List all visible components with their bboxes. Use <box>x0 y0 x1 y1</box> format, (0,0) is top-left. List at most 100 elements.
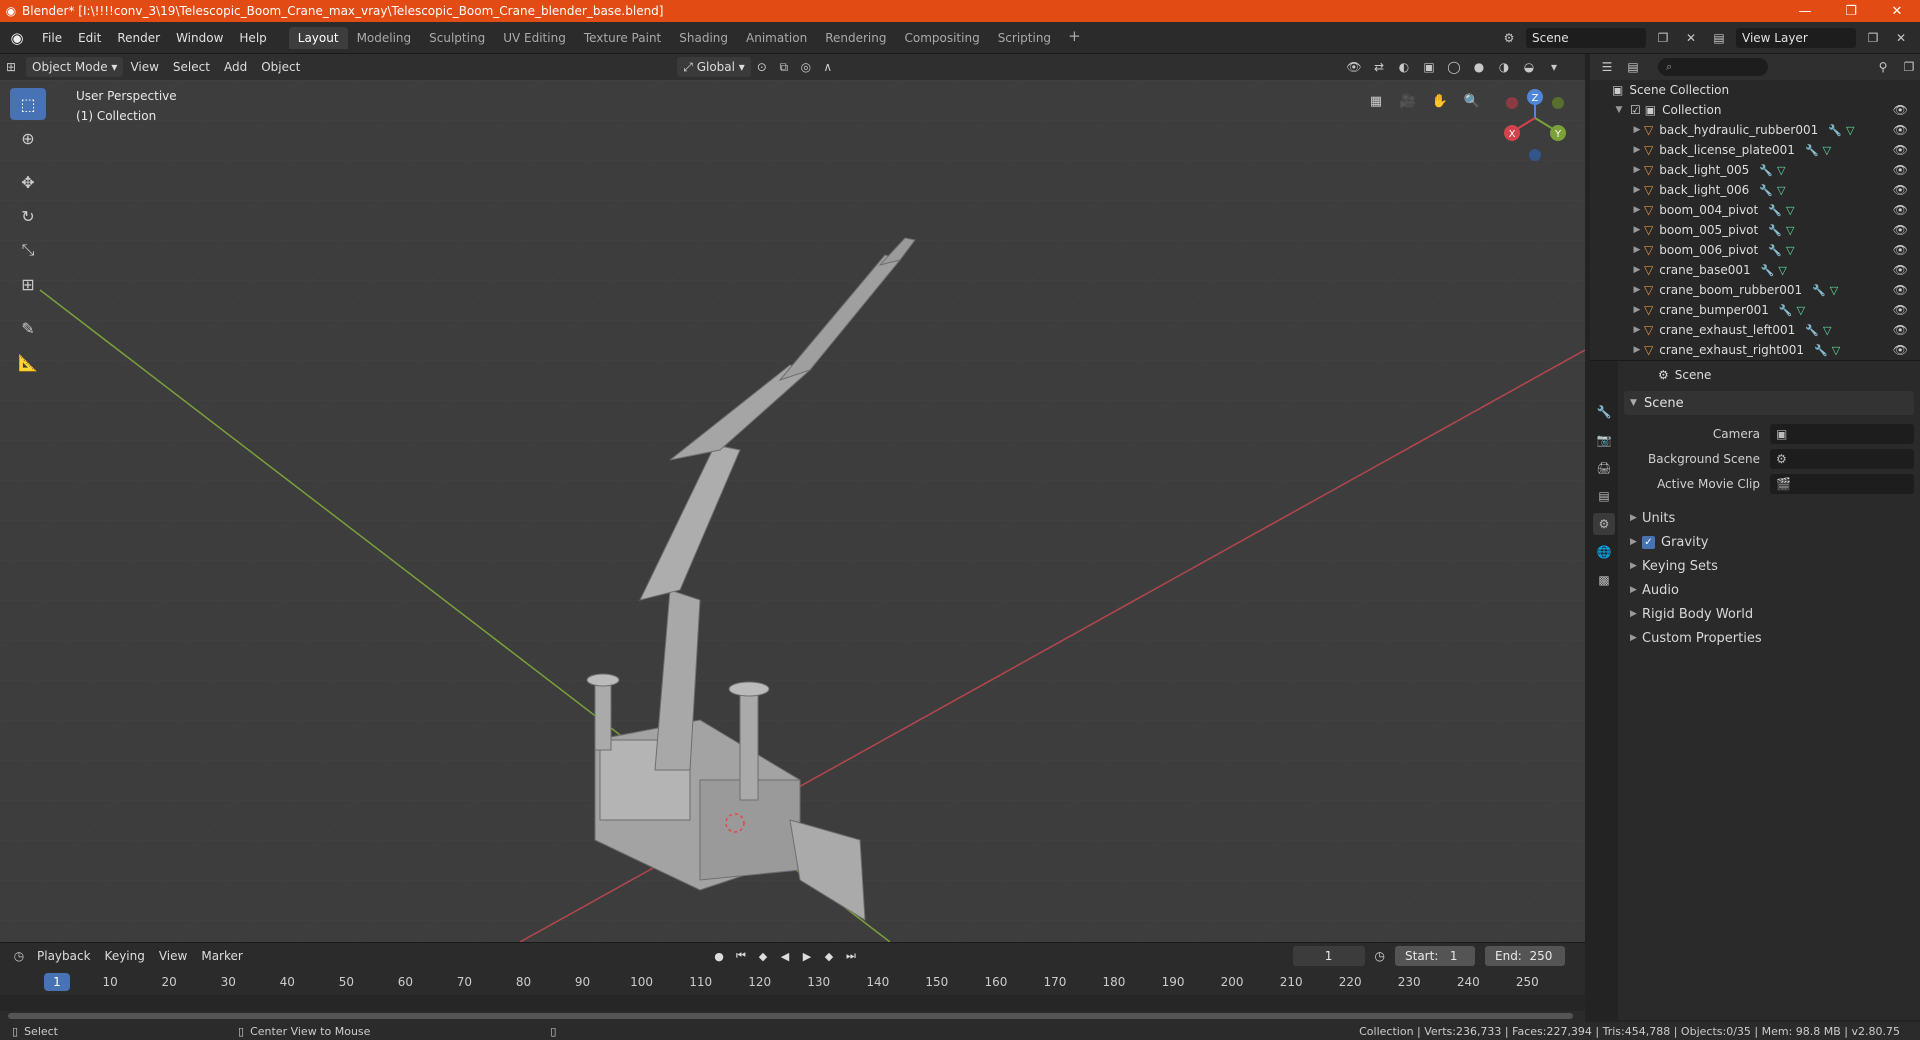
timeline-menu-marker[interactable]: Marker <box>194 949 249 963</box>
outliner-item[interactable]: ▶ ▽ crane_bumper001 🔧 ▽ 👁 <box>1590 300 1920 320</box>
outliner-search-input[interactable]: ⌕ <box>1658 58 1768 76</box>
viewport-menu-view[interactable]: View <box>123 60 165 74</box>
visibility-eye-icon[interactable]: 👁 <box>1893 243 1908 257</box>
menu-render[interactable]: Render <box>109 31 168 45</box>
move-tool-icon[interactable]: ✥ <box>10 166 46 198</box>
texture-tab-icon[interactable]: ▩ <box>1593 569 1615 591</box>
end-frame-field[interactable]: End: 250 <box>1485 946 1565 966</box>
scene-field[interactable]: Scene <box>1526 28 1646 48</box>
item-expand-icon[interactable]: ▶ <box>1630 225 1644 235</box>
minimize-button[interactable]: — <box>1782 0 1828 22</box>
3d-viewport[interactable]: Z Y X ⬚ ⊕ ✥ ↻ ⤡ ⊞ ✎ 📐 User Perspective (… <box>0 80 1585 942</box>
tab-shading[interactable]: Shading <box>670 27 737 49</box>
delete-view-layer-icon[interactable]: ✕ <box>1890 28 1912 48</box>
mesh-data-icon[interactable]: ▽ <box>1778 264 1786 277</box>
collection-row[interactable]: ▼ ☑ ▣ Collection 👁 <box>1590 100 1920 120</box>
tab-modeling[interactable]: Modeling <box>348 27 421 49</box>
select-box-icon[interactable]: ⬚ <box>10 88 46 120</box>
outliner-item[interactable]: ▶ ▽ boom_005_pivot 🔧 ▽ 👁 <box>1590 220 1920 240</box>
start-frame-field[interactable]: Start: 1 <box>1395 946 1475 966</box>
new-scene-icon[interactable]: ❐ <box>1652 28 1674 48</box>
menu-help[interactable]: Help <box>231 31 274 45</box>
play-icon[interactable]: ▶ <box>798 946 816 966</box>
collection-checkbox[interactable]: ☑ <box>1630 103 1641 117</box>
mesh-data-icon[interactable]: ▽ <box>1830 284 1838 297</box>
editor-type-icon[interactable]: ⊞ <box>0 57 22 77</box>
visibility-eye-icon[interactable]: 👁 <box>1893 163 1908 177</box>
menu-file[interactable]: File <box>34 31 70 45</box>
rendered-shading-icon[interactable]: ◒ <box>1518 57 1540 77</box>
gravity-checkbox[interactable]: ✓ <box>1642 535 1655 549</box>
scene-tab-icon[interactable]: ⚙ <box>1593 513 1615 535</box>
visibility-eye-icon[interactable]: 👁 <box>1893 283 1908 297</box>
visibility-eye-icon[interactable]: 👁 <box>1893 123 1908 137</box>
measure-tool-icon[interactable]: 📐 <box>10 346 46 378</box>
viewport-menu-select[interactable]: Select <box>166 60 217 74</box>
view-layer-field[interactable]: View Layer <box>1736 28 1856 48</box>
outliner-item[interactable]: ▶ ▽ back_light_006 🔧 ▽ 👁 <box>1590 180 1920 200</box>
transform-orientation-dropdown[interactable]: ⤢ Global ▾ <box>677 57 751 77</box>
tab-texture-paint[interactable]: Texture Paint <box>575 27 670 49</box>
outliner-item[interactable]: ▶ ▽ back_light_005 🔧 ▽ 👁 <box>1590 160 1920 180</box>
object-mode-dropdown[interactable]: Object Mode ▾ <box>26 57 124 77</box>
visibility-eye-icon[interactable]: 👁 <box>1893 183 1908 197</box>
scene-selector-icon[interactable]: ⚙ <box>1498 28 1520 48</box>
modifier-wrench-icon[interactable]: 🔧 <box>1779 304 1793 317</box>
visibility-eye-icon[interactable]: 👁 <box>1893 303 1908 317</box>
filter-icon[interactable]: ⚲ <box>1872 57 1894 77</box>
tab-sculpting[interactable]: Sculpting <box>420 27 494 49</box>
play-reverse-icon[interactable]: ◀ <box>776 946 794 966</box>
menu-window[interactable]: Window <box>168 31 231 45</box>
rigid-body-world-panel[interactable]: ▶ Rigid Body World <box>1624 602 1914 626</box>
mesh-data-icon[interactable]: ▽ <box>1786 244 1794 257</box>
next-keyframe-icon[interactable]: ◆ <box>820 946 838 966</box>
maximize-button[interactable]: ❐ <box>1828 0 1874 22</box>
view-layer-icon[interactable]: ▤ <box>1708 28 1730 48</box>
modifier-wrench-icon[interactable]: 🔧 <box>1828 124 1842 137</box>
outliner-item[interactable]: ▶ ▽ crane_base001 🔧 ▽ 👁 <box>1590 260 1920 280</box>
output-tab-icon[interactable]: 🖨 <box>1593 457 1615 479</box>
mesh-data-icon[interactable]: ▽ <box>1777 184 1785 197</box>
timeline-menu-keying[interactable]: Keying <box>98 949 152 963</box>
modifier-wrench-icon[interactable]: 🔧 <box>1805 324 1819 337</box>
item-expand-icon[interactable]: ▶ <box>1630 285 1644 295</box>
xray-icon[interactable]: ▣ <box>1418 57 1440 77</box>
prev-keyframe-icon[interactable]: ◆ <box>754 946 772 966</box>
background-scene-field[interactable]: ⚙ <box>1770 448 1914 469</box>
grid-view-icon[interactable]: ▦ <box>1363 88 1389 114</box>
material-shading-icon[interactable]: ◑ <box>1493 57 1515 77</box>
item-expand-icon[interactable]: ▶ <box>1630 305 1644 315</box>
gizmo-toggle-icon[interactable]: ⇄ <box>1368 57 1390 77</box>
add-workspace-icon[interactable]: + <box>1060 27 1089 49</box>
viewport-menu-add[interactable]: Add <box>217 60 254 74</box>
new-view-layer-icon[interactable]: ❐ <box>1862 28 1884 48</box>
keying-sets-panel[interactable]: ▶ Keying Sets <box>1624 554 1914 578</box>
modifier-wrench-icon[interactable]: 🔧 <box>1768 204 1782 217</box>
world-tab-icon[interactable]: 🌐 <box>1593 541 1615 563</box>
visibility-eye-icon[interactable]: 👁 <box>1893 223 1908 237</box>
item-expand-icon[interactable]: ▶ <box>1630 245 1644 255</box>
blender-menu-icon[interactable]: ◉ <box>0 29 34 47</box>
outliner-item[interactable]: ▶ ▽ back_hydraulic_rubber001 🔧 ▽ 👁 <box>1590 120 1920 140</box>
overlay-toggle-icon[interactable]: ◐ <box>1393 57 1415 77</box>
rotate-tool-icon[interactable]: ↻ <box>10 200 46 232</box>
item-expand-icon[interactable]: ▶ <box>1630 325 1644 335</box>
close-button[interactable]: ✕ <box>1874 0 1920 22</box>
tab-rendering[interactable]: Rendering <box>816 27 895 49</box>
visibility-eye-icon[interactable]: 👁 <box>1893 263 1908 277</box>
shading-options-icon[interactable]: ▾ <box>1543 57 1565 77</box>
jump-end-icon[interactable]: ⏭ <box>842 946 860 966</box>
gravity-panel[interactable]: ▶ ✓ Gravity <box>1624 530 1914 554</box>
timeline-editor-type-icon[interactable]: ◷ <box>8 946 30 966</box>
render-tab-icon[interactable]: 📷 <box>1593 429 1615 451</box>
item-expand-icon[interactable]: ▶ <box>1630 205 1644 215</box>
frame-ruler[interactable]: 1 10 20 30 40 50 60 70 80 90 100 110 120 130 140 150 16… <box>0 971 1585 993</box>
modifier-wrench-icon[interactable]: 🔧 <box>1812 284 1826 297</box>
audio-panel[interactable]: ▶ Audio <box>1624 578 1914 602</box>
display-mode-icon[interactable]: ▤ <box>1622 57 1644 77</box>
view-layer-tab-icon[interactable]: ▤ <box>1593 485 1615 507</box>
outliner-editor-type-icon[interactable]: ☰ <box>1596 57 1618 77</box>
jump-start-icon[interactable]: ⏮ <box>732 946 750 966</box>
item-expand-icon[interactable]: ▶ <box>1630 185 1644 195</box>
scene-panel-header[interactable]: ▼ Scene <box>1624 391 1914 415</box>
